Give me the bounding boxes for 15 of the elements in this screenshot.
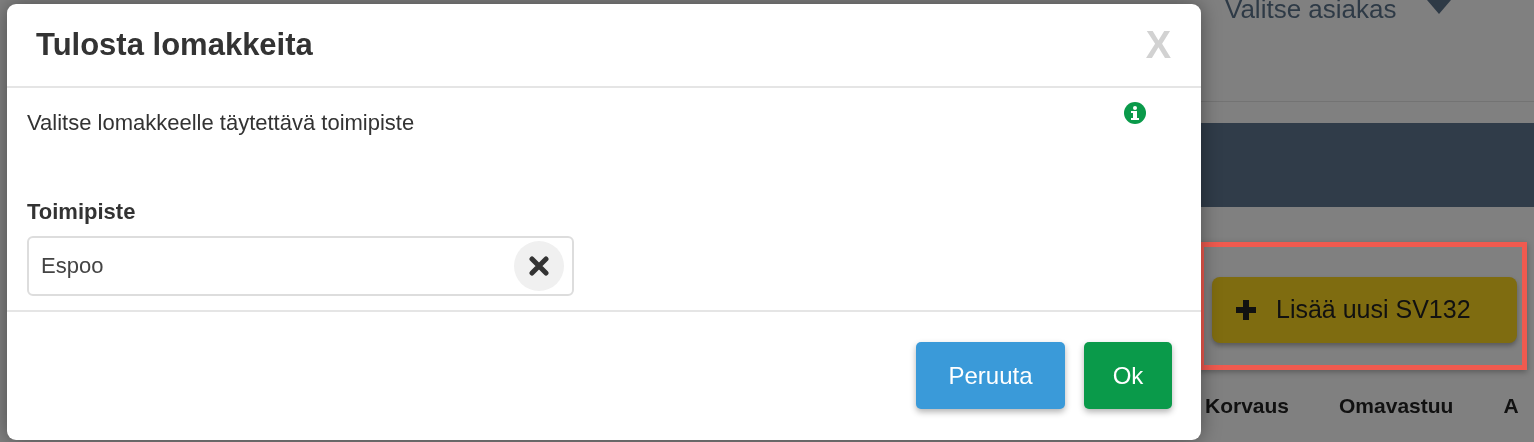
info-icon[interactable] (1124, 102, 1146, 124)
close-icon (529, 256, 549, 276)
field-label: Toimipiste (27, 198, 137, 226)
caret-icon (1426, 0, 1451, 14)
instruction-text: Valitse lomakkeelle täytettävä toimipiste (27, 109, 415, 137)
ok-button[interactable]: Ok (1084, 342, 1172, 409)
dialog-title: Tulosta lomakkeita (36, 26, 313, 64)
column-header[interactable]: Korvaus (1205, 394, 1290, 418)
plus-icon (1236, 300, 1256, 320)
customer-select[interactable]: Valitse asiakas (1225, 0, 1397, 22)
column-header[interactable]: A (1503, 394, 1519, 418)
location-field[interactable]: Espoo (27, 236, 574, 296)
column-header[interactable]: Omavastuu (1339, 394, 1454, 418)
add-button[interactable]: Lisää uusi SV132 (1212, 277, 1517, 343)
cancel-button[interactable]: Peruuta (916, 342, 1065, 409)
